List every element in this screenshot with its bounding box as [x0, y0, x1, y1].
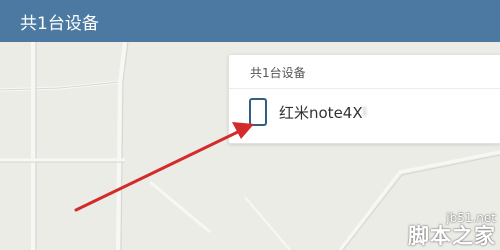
device-panel-title: 共1台设备: [250, 66, 306, 80]
watermark-url: jb51.net: [446, 210, 496, 225]
watermark: jb51.net 脚本之家: [408, 210, 496, 248]
map-road: [244, 196, 291, 250]
device-panel: 共1台设备 红米note4X 1: [228, 54, 500, 144]
phone-icon[interactable]: [249, 98, 267, 126]
device-account-blurred: 1: [361, 105, 368, 118]
panel-divider: [229, 88, 500, 89]
map-road: [0, 80, 121, 92]
device-name: 红米note4X: [279, 104, 363, 122]
map-road: [149, 180, 211, 234]
watermark-name: 脚本之家: [408, 223, 496, 248]
app-header: 共1台设备: [0, 0, 500, 42]
header-title: 共1台设备: [20, 13, 99, 34]
device-list-item[interactable]: 红米note4X 1: [229, 95, 500, 139]
